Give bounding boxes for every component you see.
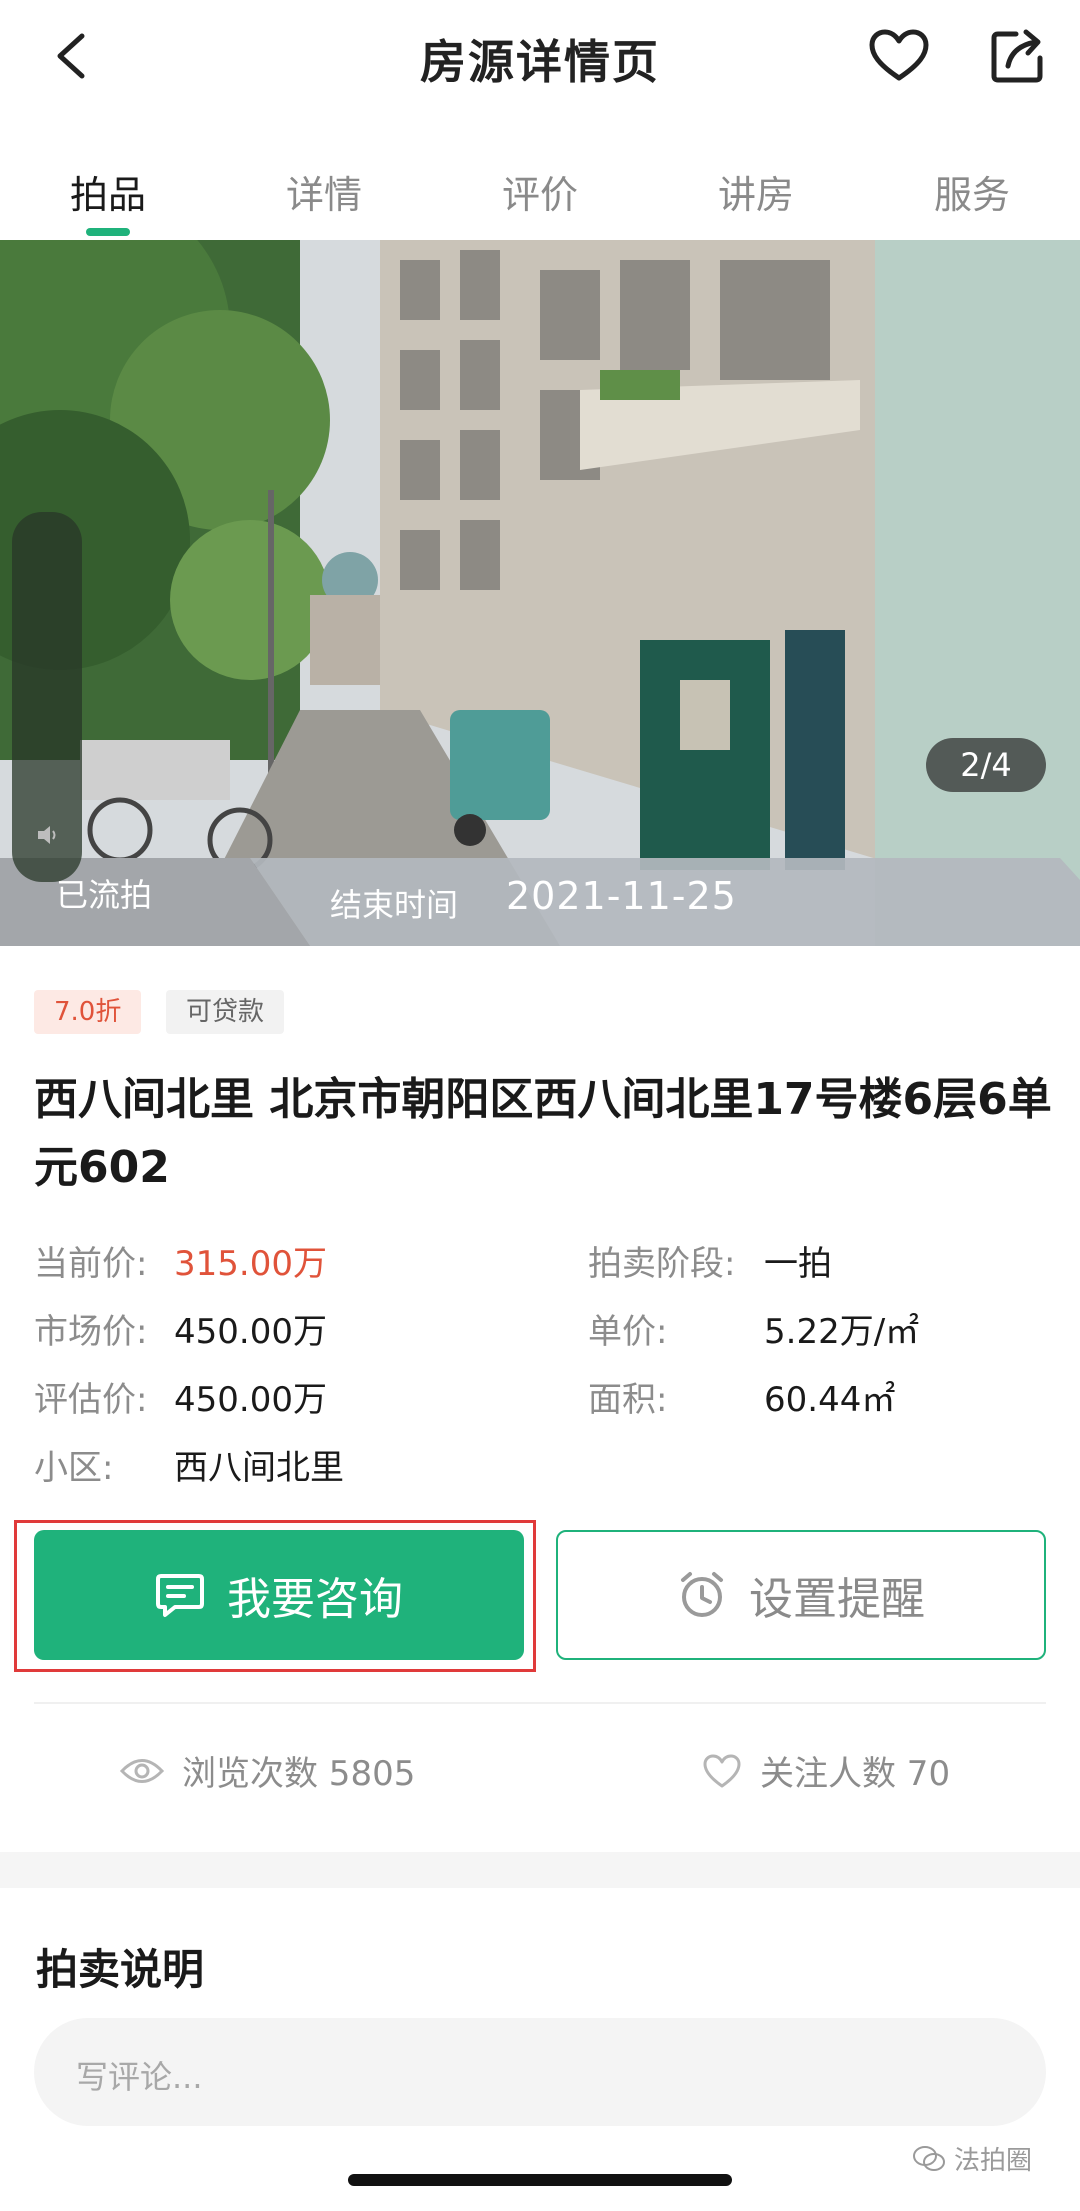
discount-tag: 7.0折 <box>34 990 142 1034</box>
tab-bar: 拍品 详情 评价 讲房 服务 <box>0 140 1080 240</box>
current-price-value: 315.00万 <box>174 1244 327 1284</box>
follower-count: 关注人数 70 <box>702 1746 950 1795</box>
image-counter-badge: 2/4 <box>926 738 1046 792</box>
area-label: 面积: <box>588 1380 668 1420</box>
home-indicator[interactable] <box>348 2174 732 2186</box>
market-price-label: 市场价: <box>34 1312 148 1352</box>
message-icon <box>156 1574 204 1617</box>
tab-label: 服务 <box>933 173 1010 217</box>
end-time-value: 2021-11-25 <box>506 874 737 918</box>
auction-stage-label: 拍卖阶段: <box>588 1244 736 1284</box>
loan-tag: 可贷款 <box>166 990 285 1034</box>
auction-stage-value: 一拍 <box>764 1244 832 1284</box>
set-reminder-button[interactable]: 设置提醒 <box>556 1530 1046 1660</box>
divider <box>34 1702 1046 1704</box>
assessed-price-label: 评估价: <box>34 1380 148 1420</box>
consult-button-label: 我要咨询 <box>227 1574 403 1625</box>
property-photo <box>0 240 1080 946</box>
end-time-label: 结束时间 <box>330 886 459 924</box>
watermark: 法拍圈 <box>912 2140 1032 2177</box>
unit-price-label: 单价: <box>588 1312 668 1352</box>
tab-details[interactable]: 详情 <box>216 140 432 240</box>
area-value: 60.44㎡ <box>764 1380 896 1420</box>
alarm-clock-icon <box>681 1572 723 1617</box>
current-price-label: 当前价: <box>34 1244 148 1284</box>
view-count: 浏览次数 5805 <box>120 1746 415 1795</box>
follower-count-text: 关注人数 70 <box>760 1754 951 1794</box>
assessed-price-value: 450.00万 <box>174 1380 327 1420</box>
watermark-text: 法拍圈 <box>954 2146 1033 2176</box>
tab-label: 讲房 <box>717 173 794 217</box>
unit-price-value: 5.22万/㎡ <box>764 1312 920 1352</box>
heart-icon[interactable] <box>868 28 930 84</box>
tab-label: 评价 <box>501 173 578 217</box>
speaker-icon[interactable] <box>36 824 60 846</box>
view-count-text: 浏览次数 5805 <box>182 1754 416 1794</box>
auction-status-label: 已流拍 <box>56 876 153 914</box>
top-bar: 房源详情页 <box>0 0 1080 118</box>
set-reminder-label: 设置提醒 <box>749 1574 925 1625</box>
tab-reviews[interactable]: 评价 <box>432 140 648 240</box>
section-separator <box>0 1852 1080 1888</box>
share-icon[interactable] <box>990 28 1046 84</box>
property-title: 西八间北里 北京市朝阳区西八间北里17号楼6层6单元602 <box>34 1074 1052 1193</box>
tab-service[interactable]: 服务 <box>864 140 1080 240</box>
tab-label: 详情 <box>285 173 362 217</box>
comment-placeholder: 写评论... <box>76 2058 203 2096</box>
heart-outline-icon <box>703 1754 741 1787</box>
property-photo-carousel[interactable] <box>0 240 1080 946</box>
market-price-value: 450.00万 <box>174 1312 327 1352</box>
consult-button[interactable]: 我要咨询 <box>34 1530 524 1660</box>
tab-label: 拍品 <box>69 173 146 217</box>
eye-icon <box>120 1758 164 1783</box>
auction-notes-title: 拍卖说明 <box>36 1945 205 1994</box>
community-value: 西八间北里 <box>174 1448 344 1488</box>
wechat-icon <box>913 2145 945 2171</box>
active-tab-indicator <box>86 228 130 236</box>
tab-lot[interactable]: 拍品 <box>0 140 216 240</box>
community-label: 小区: <box>34 1448 114 1488</box>
tab-house-talk[interactable]: 讲房 <box>648 140 864 240</box>
